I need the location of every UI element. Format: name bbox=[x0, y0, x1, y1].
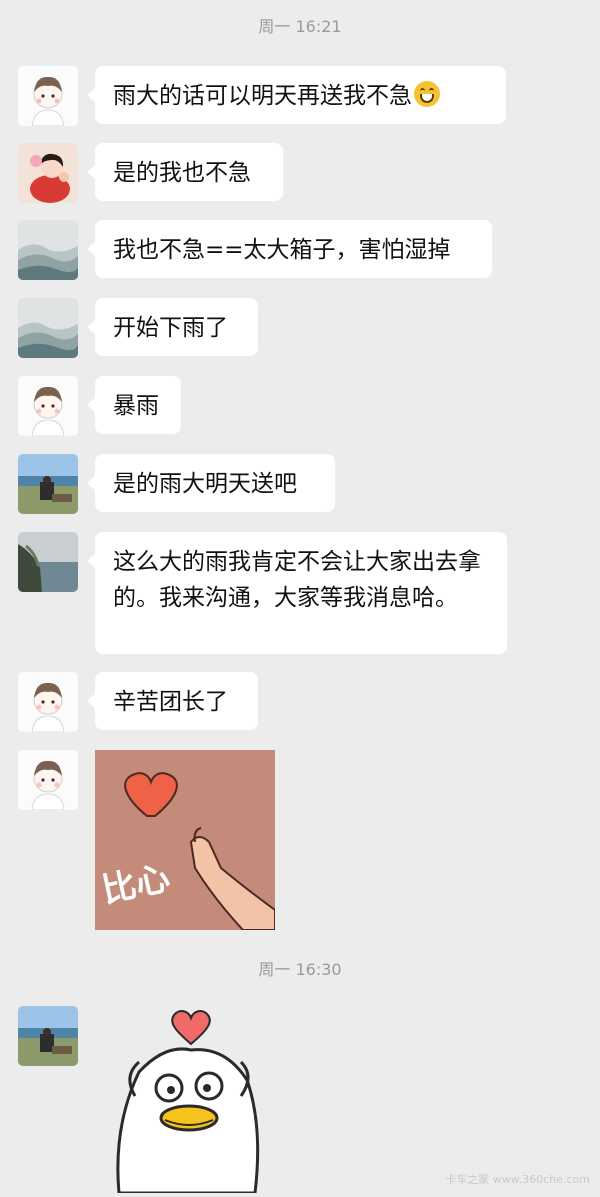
message-bubble[interactable]: 是的雨大明天送吧 bbox=[87, 454, 335, 512]
duck-heart-sticker[interactable] bbox=[95, 1006, 265, 1195]
avatar[interactable] bbox=[18, 66, 78, 126]
avatar[interactable] bbox=[18, 1006, 78, 1066]
heart-finger-sticker[interactable]: 比心 bbox=[95, 750, 276, 931]
message-bubble[interactable]: 雨大的话可以明天再送我不急 bbox=[87, 66, 506, 124]
grinning-face-emoji bbox=[414, 81, 440, 107]
message-bubble[interactable]: 是的我也不急 bbox=[87, 143, 283, 201]
timestamp: 周一 16:30 bbox=[258, 960, 342, 979]
message-bubble[interactable]: 辛苦团长了 bbox=[87, 672, 258, 730]
watermark: 卡车之家 www.360che.com bbox=[445, 1173, 590, 1186]
message-text: 雨大的话可以明天再送我不急 bbox=[113, 83, 412, 109]
message-text: 这么大的雨我肯定不会让大家出去拿的。我来沟通，大家等我消息哈。 bbox=[113, 549, 481, 611]
avatar[interactable] bbox=[18, 220, 78, 280]
avatar[interactable] bbox=[18, 298, 78, 358]
avatar[interactable] bbox=[18, 532, 78, 592]
message-text: 开始下雨了 bbox=[113, 315, 228, 341]
message-text: 暴雨 bbox=[113, 393, 159, 419]
message-bubble[interactable]: 暴雨 bbox=[87, 376, 181, 434]
timestamp: 周一 16:21 bbox=[258, 17, 342, 36]
avatar[interactable] bbox=[18, 454, 78, 514]
avatar[interactable] bbox=[18, 750, 78, 810]
message-bubble[interactable]: 开始下雨了 bbox=[87, 298, 258, 356]
message-text: 辛苦团长了 bbox=[113, 689, 228, 715]
avatar[interactable] bbox=[18, 143, 78, 203]
avatar[interactable] bbox=[18, 672, 78, 732]
avatar[interactable] bbox=[18, 376, 78, 436]
message-text: 是的雨大明天送吧 bbox=[113, 471, 297, 497]
message-text: 是的我也不急 bbox=[113, 160, 251, 186]
message-text: 我也不急==太大箱子，害怕湿掉 bbox=[113, 237, 451, 263]
heart-icon bbox=[171, 1010, 211, 1046]
message-bubble[interactable]: 我也不急==太大箱子，害怕湿掉 bbox=[87, 220, 492, 278]
message-bubble[interactable]: 这么大的雨我肯定不会让大家出去拿的。我来沟通，大家等我消息哈。 bbox=[87, 532, 507, 654]
